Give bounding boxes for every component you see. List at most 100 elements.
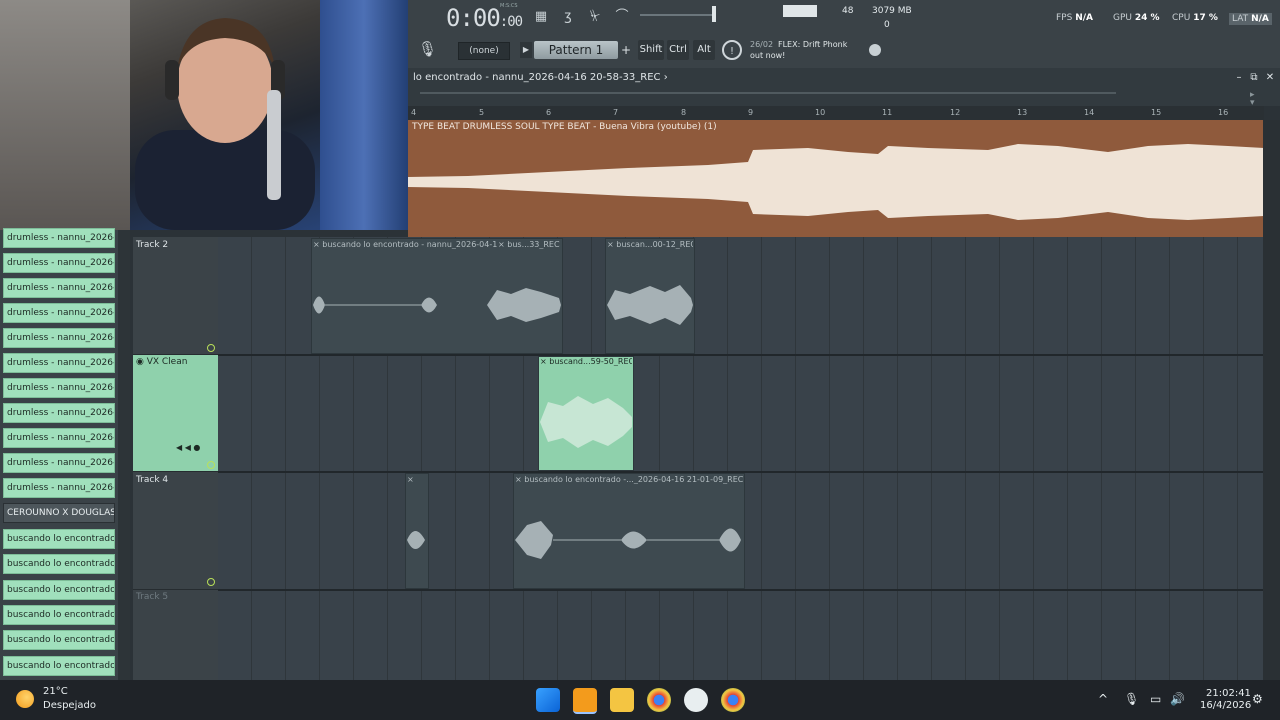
audio-waveform xyxy=(515,521,741,559)
timeline-ruler[interactable] xyxy=(408,106,1264,120)
microphone-tray-icon[interactable]: 🎙 xyxy=(1124,692,1139,706)
snap-selector[interactable]: (none) xyxy=(458,42,510,60)
ruler-bar-number: 7 xyxy=(613,108,619,117)
audio-clip-title: × buscand...59-50_REC xyxy=(540,357,632,366)
track-led-icon[interactable] xyxy=(207,578,215,586)
news-title[interactable]: FLEX: Drift Phonk xyxy=(778,40,847,49)
ruler-bar-number: 6 xyxy=(546,108,552,117)
news-icon[interactable]: ! xyxy=(722,40,742,60)
weather-description[interactable]: Despejado xyxy=(43,700,96,711)
close-icon[interactable]: ✕ xyxy=(1264,72,1276,83)
ruler-bar-number: 10 xyxy=(815,108,826,117)
clip-list-item[interactable]: drumless - nannu_2026-... xyxy=(3,278,115,298)
ruler-bar-number: 15 xyxy=(1151,108,1162,117)
master-volume-knob[interactable] xyxy=(712,6,716,22)
file-explorer-icon[interactable] xyxy=(610,688,634,712)
webcam-person xyxy=(135,18,315,230)
audio-clip-title: × buscando lo encontrado -..._2026-04-16… xyxy=(515,475,743,484)
track-name: Track 4 xyxy=(136,475,169,485)
obs-icon[interactable] xyxy=(684,688,708,712)
ruler-bar-number: 16 xyxy=(1218,108,1229,117)
track-header-4[interactable] xyxy=(133,472,218,590)
clip-list-item[interactable]: buscando lo encontrado -... xyxy=(3,630,115,650)
microphone-icon[interactable]: 🎙 xyxy=(418,40,437,62)
track-header-3[interactable] xyxy=(133,355,218,472)
webcam-background-curtain xyxy=(320,0,408,230)
track-header-5[interactable] xyxy=(133,590,218,681)
track-name: ◉ VX Clean xyxy=(136,357,188,367)
clip-list-item[interactable]: drumless - nannu_2026-... xyxy=(3,478,115,498)
track-speaker-icon[interactable]: ◀ ◀ ● xyxy=(176,443,200,452)
clip-list-item[interactable]: buscando lo encontrado -... xyxy=(3,605,115,625)
globe-icon[interactable] xyxy=(869,44,881,56)
alt-button[interactable]: Alt xyxy=(693,40,715,60)
clip-list-item[interactable]: buscando lo encontrado -... xyxy=(3,580,115,600)
track-led-icon[interactable] xyxy=(207,461,215,469)
audio-waveform xyxy=(540,396,632,448)
network-icon[interactable]: ▭ xyxy=(1150,692,1161,706)
beat-clip-title: TYPE BEAT DRUMLESS SOUL TYPE BEAT - Buen… xyxy=(412,122,717,132)
clock-time[interactable]: 21:02:41 xyxy=(1206,688,1251,699)
clip-list-item[interactable]: drumless - nannu_2026-... xyxy=(3,303,115,323)
clip-list-item[interactable]: drumless - nannu_2026-... xyxy=(3,353,115,373)
horizontal-scroll-thumb[interactable] xyxy=(420,92,1116,94)
ruler-bar-number: 14 xyxy=(1084,108,1095,117)
horizontal-scrollbar[interactable] xyxy=(408,88,1280,106)
add-pattern-button[interactable]: + xyxy=(620,41,632,59)
metronome-icon[interactable]: ⌒ xyxy=(611,8,633,26)
ruler-bar-number: 11 xyxy=(882,108,893,117)
audio-clip-title: × buscando lo encontrado - nannu_2026-04… xyxy=(313,240,498,249)
cpu-graph xyxy=(783,5,817,17)
track-header-2[interactable] xyxy=(133,237,218,355)
clip-list-item[interactable]: drumless - nannu_2026-... xyxy=(3,378,115,398)
chevron-up-icon[interactable]: ^ xyxy=(1098,692,1108,706)
ctrl-button[interactable]: Ctrl xyxy=(667,40,689,60)
playlist-title: lo encontrado - nannu_2026-04-16 20-58-3… xyxy=(413,72,668,83)
clip-list-item[interactable]: buscando lo encontrado -... xyxy=(3,554,115,574)
typing-keyboard-icon[interactable]: ▦ xyxy=(530,8,552,26)
gpu-stat: GPU 24 % xyxy=(1113,13,1160,23)
clock-date[interactable]: 16/4/2026 xyxy=(1200,700,1251,711)
step-edit-icon[interactable]: ʒ xyxy=(557,8,579,26)
clip-list-item[interactable]: drumless - nannu_2026-... xyxy=(3,228,115,248)
shift-button[interactable]: Shift xyxy=(638,40,664,60)
ruler-bar-number: 5 xyxy=(479,108,485,117)
sidebar-scrollbar[interactable] xyxy=(118,230,130,680)
lane-separator xyxy=(218,354,1263,356)
clip-list-item-selected[interactable]: CEROUNNO X DOUGLAS... xyxy=(3,503,115,523)
notifications-icon[interactable]: ⚙ xyxy=(1252,692,1263,706)
speaker-icon[interactable]: 🔊 xyxy=(1170,692,1185,706)
ruler-bar-number: 9 xyxy=(748,108,754,117)
chrome-icon[interactable] xyxy=(647,688,671,712)
webcam-background-wall xyxy=(0,0,130,230)
clip-list-item[interactable]: buscando lo encontrado -... xyxy=(3,656,115,676)
restore-icon[interactable]: ⧉ xyxy=(1248,72,1260,83)
vertical-scrollbar[interactable] xyxy=(1263,120,1280,680)
cpu-stat: CPU 17 % xyxy=(1172,13,1218,23)
windows-start-icon[interactable] xyxy=(536,688,560,712)
track-led-icon[interactable] xyxy=(207,344,215,352)
chrome-profile-icon[interactable] xyxy=(721,688,745,712)
clip-list-item[interactable]: drumless - nannu_2026-... xyxy=(3,403,115,423)
weather-icon[interactable] xyxy=(16,690,34,708)
clip-list-item[interactable]: drumless - nannu_2026-... xyxy=(3,328,115,348)
news-subtitle[interactable]: out now! xyxy=(750,51,785,60)
audio-waveform xyxy=(607,285,693,325)
fl-studio-icon[interactable] xyxy=(573,688,597,714)
pattern-selector[interactable]: Pattern 1 xyxy=(534,41,618,59)
weather-temperature[interactable]: 21°C xyxy=(43,686,68,697)
ruler-bar-number: 13 xyxy=(1017,108,1028,117)
track-name: Track 2 xyxy=(136,240,169,250)
webcam-overlay xyxy=(0,0,408,230)
clip-list-item[interactable]: drumless - nannu_2026-... xyxy=(3,453,115,473)
clip-list-item[interactable]: drumless - nannu_2026-... xyxy=(3,428,115,448)
minimize-icon[interactable]: – xyxy=(1233,72,1245,83)
clip-list-item[interactable]: buscando lo encontrado -... xyxy=(3,529,115,549)
fps-stat: FPS N/A xyxy=(1056,13,1093,23)
audio-clip-title: × bus...33_REC xyxy=(498,240,560,249)
wait-input-icon[interactable]: ⏧ xyxy=(584,8,606,26)
master-volume-slider[interactable] xyxy=(640,14,712,16)
pattern-menu-arrow[interactable]: ▶ xyxy=(520,42,532,58)
clip-list-item[interactable]: drumless - nannu_2026-... xyxy=(3,253,115,273)
track-name: Track 5 xyxy=(136,592,169,602)
